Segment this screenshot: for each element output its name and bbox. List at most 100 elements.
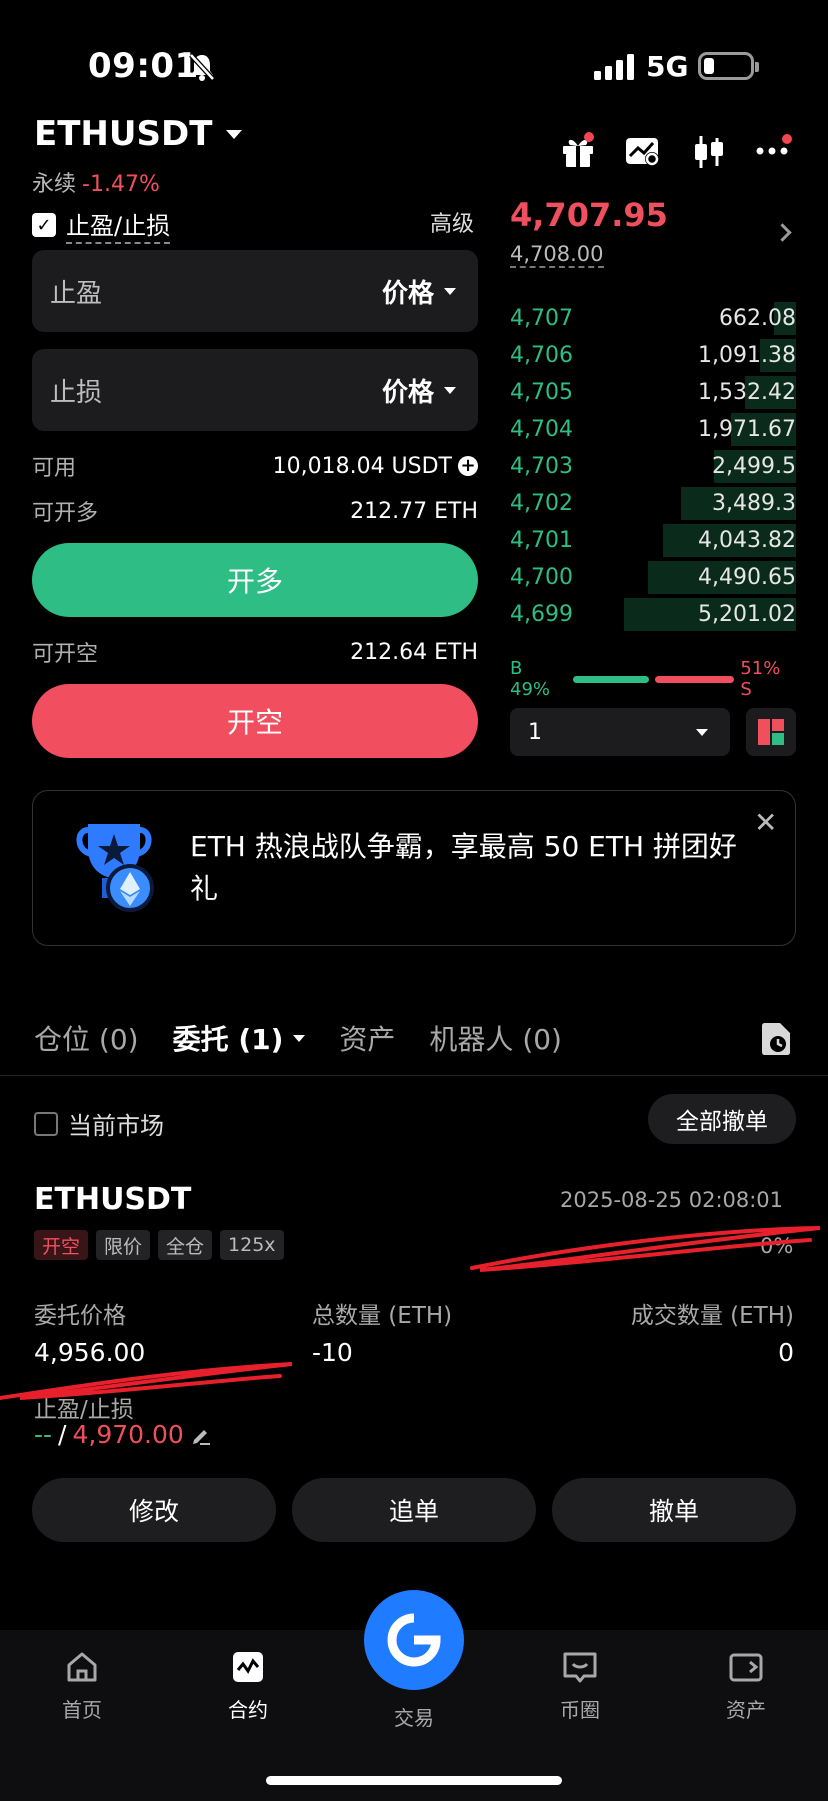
edit-icon[interactable] <box>190 1424 212 1446</box>
tab-orders[interactable]: 委托 (1) <box>173 1018 306 1058</box>
order-tabs: 仓位 (0) 委托 (1) 资产 机器人 (0) <box>34 1018 562 1058</box>
bid-qty: 1,971.67 <box>698 417 796 442</box>
orderbook-row[interactable]: 4,707 662.08 <box>510 300 796 337</box>
available-value: 10,018.04 USDT <box>272 453 452 479</box>
order-price-value: 4,956.00 <box>34 1338 146 1367</box>
sl-price-type-select[interactable]: 价格 <box>382 372 456 409</box>
checkbox-icon <box>34 1111 58 1136</box>
nav-circle[interactable]: 币圈 <box>520 1650 640 1723</box>
tab-positions[interactable]: 仓位 (0) <box>34 1018 139 1058</box>
tp-price-type-select[interactable]: 价格 <box>382 273 456 310</box>
open-short-button[interactable]: 开空 <box>32 684 478 758</box>
modify-button[interactable]: 修改 <box>32 1478 276 1542</box>
order-history-icon[interactable] <box>760 1022 792 1056</box>
current-market-label: 当前市场 <box>68 1112 164 1140</box>
orderbook-row[interactable]: 4,704 1,971.67 <box>510 411 796 448</box>
order-tag: 开空 <box>34 1230 89 1260</box>
more-icon[interactable] <box>756 146 790 156</box>
wallet-icon <box>729 1653 763 1682</box>
orderbook-row[interactable]: 4,701 4,043.82 <box>510 522 796 559</box>
last-price: 4,707.95 <box>510 196 668 234</box>
nav-circle-label: 币圈 <box>560 1698 600 1722</box>
bid-qty: 1,091.38 <box>698 343 796 368</box>
orderbook-row[interactable]: 4,703 2,499.5 <box>510 448 796 485</box>
order-time: 2025-08-25 02:08:01 <box>560 1188 784 1212</box>
buy-ratio: B 49% <box>510 658 551 700</box>
bid-price: 4,700 <box>510 565 573 590</box>
close-icon[interactable]: ✕ <box>754 806 777 839</box>
orderbook-row[interactable]: 4,702 3,489.3 <box>510 485 796 522</box>
tpsl-label: 止盈/止损 <box>66 206 171 244</box>
futures-icon <box>233 1652 263 1682</box>
orderbook-layout-icon[interactable] <box>746 708 796 756</box>
symbol-selector[interactable]: ETHUSDT <box>34 114 243 154</box>
contract-type: 永续 <box>32 172 77 197</box>
price-change: -1.47% <box>82 172 160 197</box>
stop-loss-field[interactable]: 止损 价格 <box>32 349 478 431</box>
signal-icon <box>594 54 634 80</box>
orderbook-row[interactable]: 4,705 1,532.42 <box>510 374 796 411</box>
order-tpsl-values: -- / 4,970.00 <box>34 1420 212 1449</box>
gift-notification-dot <box>584 132 594 142</box>
nav-futures[interactable]: 合约 <box>188 1650 308 1723</box>
current-market-filter[interactable]: 当前市场 <box>34 1106 164 1141</box>
nav-trade[interactable]: 交易 <box>354 1702 474 1731</box>
cancel-all-button[interactable]: 全部撤单 <box>648 1094 796 1144</box>
cancel-order-button[interactable]: 撤单 <box>552 1478 796 1542</box>
take-profit-field[interactable]: 止盈 价格 <box>32 250 478 332</box>
total-qty-label: 总数量 (ETH) <box>312 1303 453 1329</box>
trade-fab[interactable] <box>364 1590 464 1690</box>
chevron-down-icon <box>293 1034 306 1042</box>
network-type: 5G <box>646 50 689 83</box>
nav-home[interactable]: 首页 <box>22 1650 142 1723</box>
can-short-value: 212.64 ETH <box>350 639 478 665</box>
bid-price: 4,699 <box>510 602 573 627</box>
advanced-link[interactable]: 高级 <box>430 206 474 238</box>
available-row: 可用 10,018.04 USDT + <box>32 450 478 482</box>
tab-assets[interactable]: 资产 <box>339 1018 395 1058</box>
promo-text: ETH 热浪战队争霸，享最高 50 ETH 拼团好礼 <box>190 830 737 905</box>
sl-value: 4,970.00 <box>72 1420 184 1449</box>
tab-bots[interactable]: 机器人 (0) <box>429 1018 562 1058</box>
buy-ratio-bar <box>572 675 649 683</box>
chase-button[interactable]: 追单 <box>292 1478 536 1542</box>
orderbook-row[interactable]: 4,700 4,490.65 <box>510 559 796 596</box>
order-price-label: 委托价格 <box>34 1303 126 1329</box>
order-tag: 125x <box>220 1230 284 1260</box>
chevron-down-icon <box>696 728 708 736</box>
order-tpsl-label: 止盈/止损 <box>34 1397 134 1423</box>
total-qty-value: -10 <box>312 1338 353 1367</box>
contract-info: 永续 -1.47% <box>32 166 160 198</box>
precision-value: 1 <box>528 719 542 745</box>
candlestick-icon[interactable] <box>692 134 726 170</box>
chevron-down-icon <box>444 386 456 394</box>
nav-futures-label: 合约 <box>228 1698 268 1722</box>
tpsl-toggle[interactable]: ✓ 止盈/止损 <box>32 206 171 244</box>
filled-qty-label: 成交数量 (ETH) <box>630 1303 794 1329</box>
precision-select[interactable]: 1 <box>510 708 730 756</box>
bid-qty: 4,043.82 <box>698 528 796 553</box>
bell-muted-icon <box>189 53 215 81</box>
bid-qty: 5,201.02 <box>698 602 796 627</box>
trophy-eth-icon <box>76 824 154 912</box>
nav-assets[interactable]: 资产 <box>686 1650 806 1723</box>
orderbook-bids: 4,707 662.08 4,706 1,091.38 4,705 1,532.42 4,7… <box>510 300 796 633</box>
transfer-plus-icon[interactable]: + <box>458 456 478 476</box>
nav-trade-label: 交易 <box>394 1706 434 1730</box>
sell-ratio: 51% S <box>740 658 781 700</box>
tab-orders-label: 委托 (1) <box>172 1023 284 1056</box>
tabs-divider <box>0 1075 828 1076</box>
open-long-button[interactable]: 开多 <box>32 543 478 617</box>
mark-price: 4,708.00 <box>510 242 604 268</box>
status-time: 09:01 <box>88 46 199 86</box>
tpsl-separator: / <box>58 1420 67 1449</box>
bid-price: 4,701 <box>510 528 573 553</box>
orderbook-row[interactable]: 4,706 1,091.38 <box>510 337 796 374</box>
chevron-right-icon[interactable] <box>773 223 792 242</box>
tp-price-type-label: 价格 <box>381 278 434 309</box>
chart-settings-icon[interactable] <box>624 134 662 168</box>
bid-qty: 4,490.65 <box>698 565 796 590</box>
nav-home-label: 首页 <box>62 1698 102 1722</box>
orderbook-row[interactable]: 4,699 5,201.02 <box>510 596 796 633</box>
can-long-label: 可开多 <box>32 501 99 526</box>
